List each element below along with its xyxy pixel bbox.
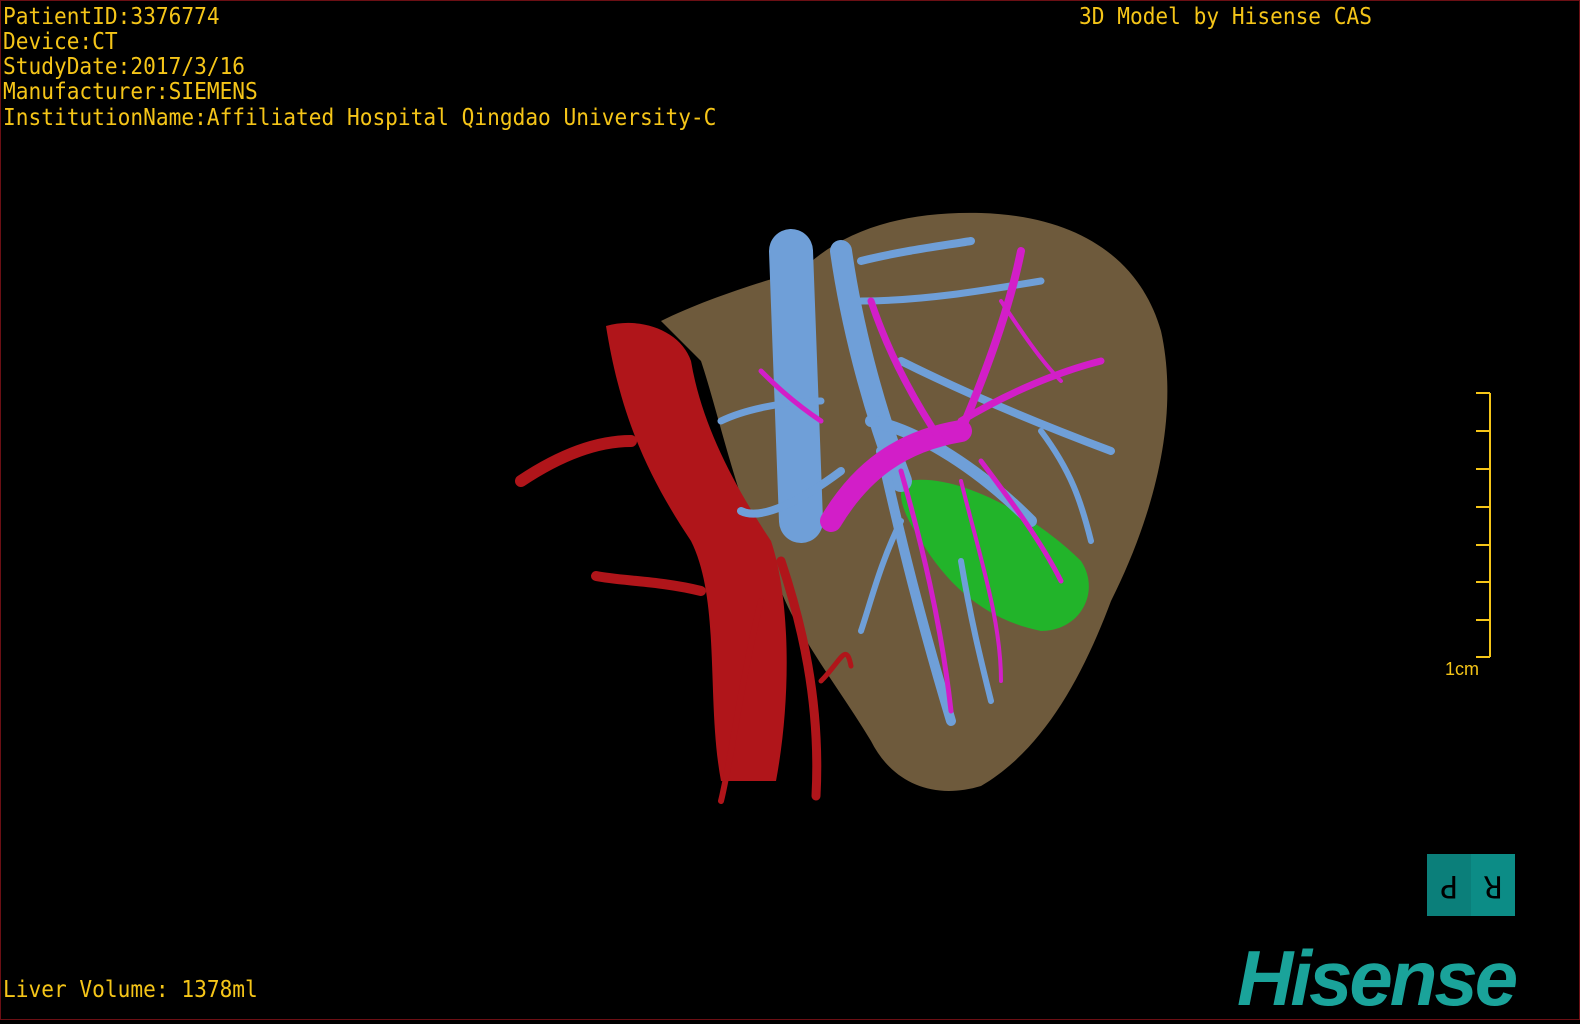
institution-name: InstitutionName:Affiliated Hospital Qing… [3,105,717,131]
liver-volume: Liver Volume: 1378ml [3,977,258,1003]
scale-bar [1476,392,1491,658]
manufacturer: Manufacturer:SIEMENS [3,79,258,105]
cube-face-right[interactable]: R [1471,854,1515,916]
hisense-logo: Hisense [1237,934,1518,1022]
3d-model-viewport[interactable] [1,1,1580,1021]
cube-face-posterior[interactable]: P [1427,854,1471,916]
patient-id: PatientID:3376774 [3,4,220,30]
scale-bar-label: 1cm [1445,659,1480,679]
study-date: StudyDate:2017/3/16 [3,54,246,80]
device: Device:CT [3,29,118,55]
model-credit: 3D Model by Hisense CAS [1079,4,1373,30]
orientation-cube[interactable]: P R [1427,854,1515,916]
